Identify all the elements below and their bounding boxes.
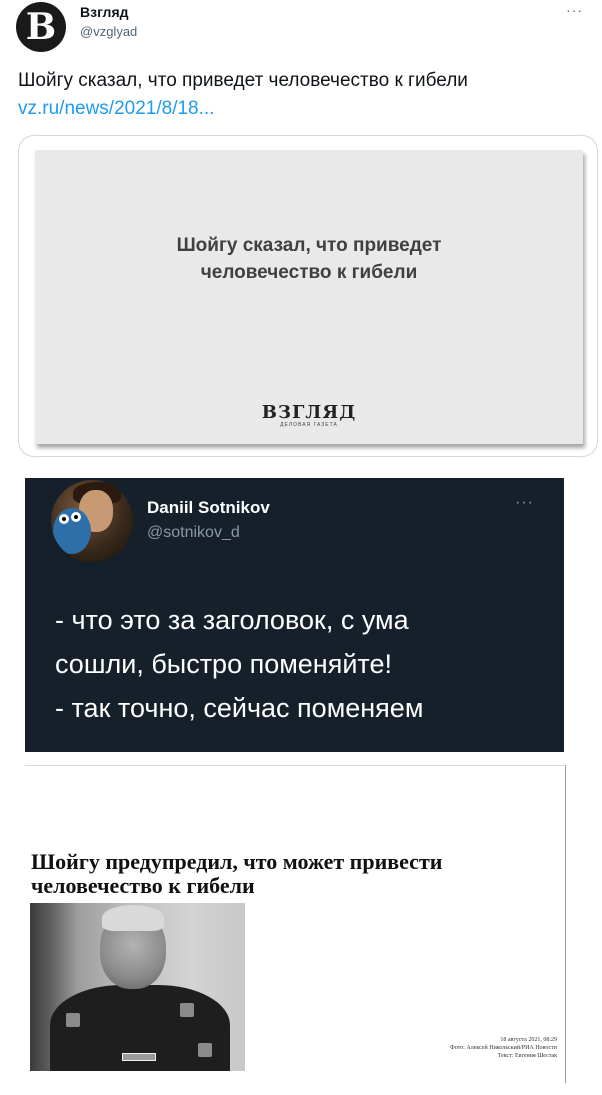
- more-options-icon[interactable]: ···: [566, 2, 583, 18]
- tweet-sotnikov: Daniil Sotnikov @sotnikov_d ··· - что эт…: [25, 478, 564, 752]
- author-name[interactable]: Взгляд: [80, 4, 129, 20]
- vzglyad-logo-subtitle: ДЕЛОВАЯ ГАЗЕТА: [280, 422, 338, 428]
- card-image: Шойгу сказал, что приведет человечество …: [35, 150, 583, 444]
- uniform-name-badge: [122, 1053, 156, 1061]
- author-avatar[interactable]: B: [16, 2, 66, 52]
- tweet-text: - что это за заголовок, с ума сошли, быс…: [55, 598, 423, 730]
- tweet-text: Шойгу сказал, что приведет человечество …: [18, 70, 468, 91]
- photo-credit: Фото: Алексей Никольский/РИА Новости: [450, 1045, 557, 1051]
- vzglyad-logo: ВЗГЛЯД: [261, 402, 357, 423]
- text-credit: Текст: Евгения Шестак: [497, 1053, 557, 1059]
- link-preview-card[interactable]: Шойгу сказал, что приведет человечество …: [18, 135, 598, 457]
- news-article-screenshot: Шойгу предупредил, что может привести че…: [25, 765, 566, 1083]
- tweet-vzglyad: B Взгляд @vzglyad ··· Шойгу сказал, что …: [0, 0, 602, 465]
- tweet-line: сошли, быстро поменяйте!: [55, 649, 392, 679]
- card-headline: Шойгу сказал, что приведет человечество …: [176, 235, 442, 283]
- author-handle[interactable]: @sotnikov_d: [147, 524, 240, 542]
- avatar-letter: B: [25, 6, 57, 48]
- tweet-line: - так точно, сейчас поменяем: [55, 693, 424, 723]
- article-headline: Шойгу предупредил, что может привести че…: [31, 849, 443, 898]
- article-meta: 18 августа 2021, 08:29 Фото: Алексей Ник…: [450, 1036, 557, 1060]
- author-name[interactable]: Daniil Sotnikov: [147, 498, 270, 518]
- author-avatar[interactable]: [51, 480, 133, 562]
- article-photo: [30, 903, 245, 1071]
- author-handle[interactable]: @vzglyad: [80, 24, 137, 39]
- article-date: 18 августа 2021, 08:29: [500, 1037, 557, 1043]
- tweet-line: - что это за заголовок, с ума: [55, 605, 409, 635]
- tweet-link[interactable]: vz.ru/news/2021/8/18...: [18, 96, 214, 122]
- more-options-icon[interactable]: ···: [515, 494, 534, 512]
